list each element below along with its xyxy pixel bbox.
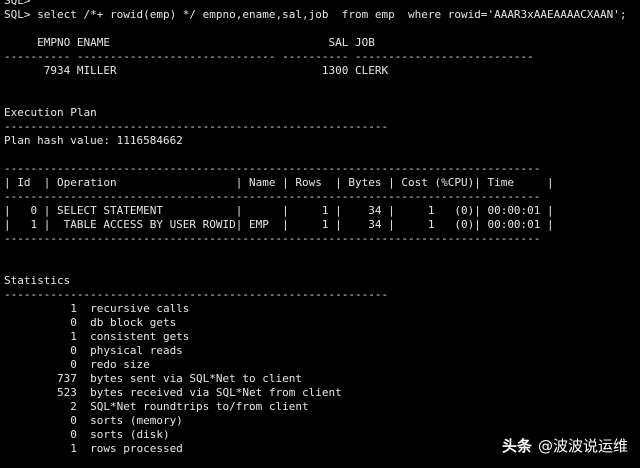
statistic-row: 1 consistent gets [4, 330, 190, 343]
watermark: 头条 @波波说运维 [502, 435, 628, 456]
plan-table-row: | 1 | TABLE ACCESS BY USER ROWID| EMP | … [4, 218, 554, 231]
statistic-row: 0 sorts (memory) [4, 414, 183, 427]
terminal-line: SQL> [4, 0, 31, 7]
plan-table-header: | Id | Operation | Name | Rows | Bytes |… [4, 176, 554, 189]
sql-query-line: SQL> select /*+ rowid(emp) */ empno,enam… [4, 8, 627, 21]
statistic-row: 1 recursive calls [4, 302, 190, 315]
plan-table-border: ----------------------------------------… [4, 162, 541, 175]
watermark-brand: 头条 [501, 437, 532, 455]
terminal-window[interactable]: SQL> SQL> select /*+ rowid(emp) */ empno,… [0, 0, 640, 468]
section-divider: ----------------------------------------… [4, 288, 389, 301]
statistic-row: 0 physical reads [4, 344, 183, 357]
statistics-heading: Statistics [4, 274, 71, 287]
section-divider: ----------------------------------------… [4, 120, 389, 133]
plan-table-row: | 0 | SELECT STATEMENT | | 1 | 34 | 1 (0… [4, 204, 554, 217]
statistic-row: 0 db block gets [4, 316, 177, 329]
statistic-row: 2 SQL*Net roundtrips to/from client [4, 400, 309, 413]
execution-plan-heading: Execution Plan [4, 106, 97, 119]
terminal-output: SQL> SQL> select /*+ rowid(emp) */ empno,… [0, 0, 640, 456]
statistic-row: 523 bytes received via SQL*Net from clie… [4, 386, 342, 399]
plan-table-border: ----------------------------------------… [4, 190, 541, 203]
result-divider: ---------- -----------------------------… [4, 50, 534, 63]
plan-table-border: ----------------------------------------… [4, 232, 541, 245]
watermark-handle: @波波说运维 [537, 437, 628, 455]
statistic-row: 737 bytes sent via SQL*Net to client [4, 372, 303, 385]
plan-hash-value: Plan hash value: 1116584662 [4, 134, 183, 147]
result-row: 7934 MILLER 1300 CLERK [4, 64, 389, 77]
result-header: EMPNO ENAME SAL JOB [4, 36, 375, 49]
statistic-row: 0 redo size [4, 358, 150, 371]
